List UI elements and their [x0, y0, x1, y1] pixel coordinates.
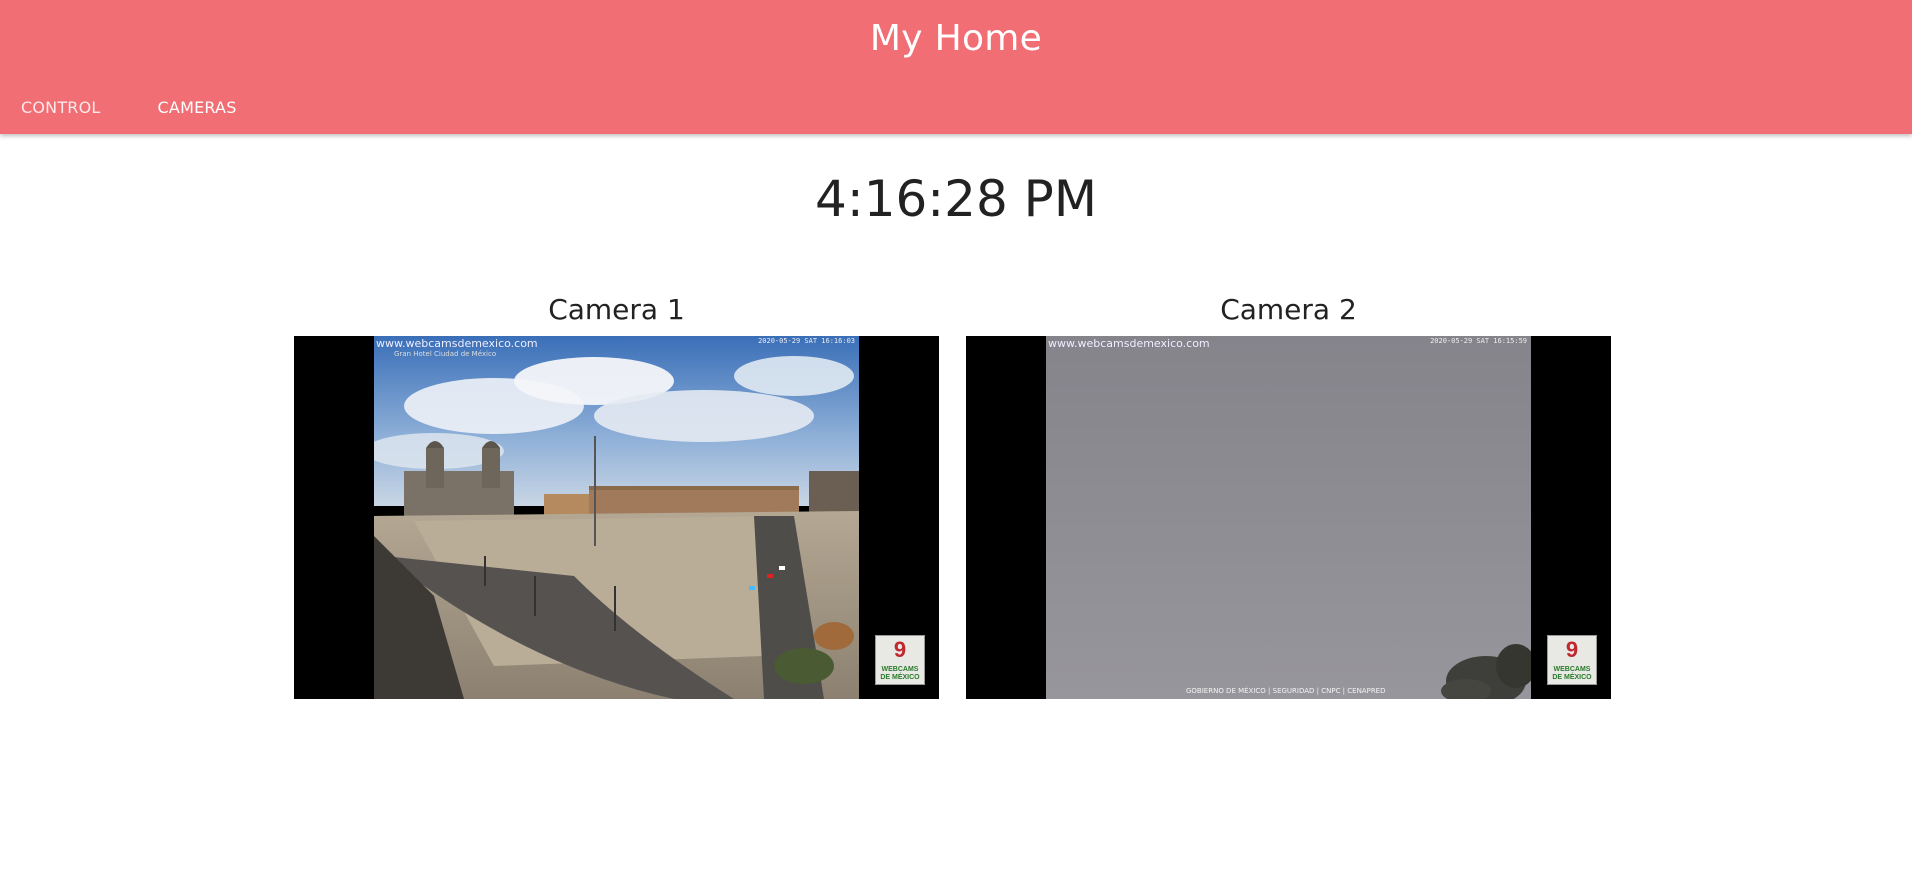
- overlay-timestamp: 2020-05-29 SAT 16:15:59: [1430, 337, 1527, 345]
- camera-title: Camera 2: [1220, 293, 1357, 326]
- logo-text: WEBCAMS DE MÉXICO: [880, 666, 920, 681]
- camera-image: www.webcamsdemexico.com 2020-05-29 SAT 1…: [1046, 336, 1531, 699]
- overlay-timestamp: 2020-05-29 SAT 16:16:03: [758, 337, 855, 345]
- camera-feed[interactable]: www.webcamsdemexico.com Gran Hotel Ciuda…: [294, 336, 939, 699]
- camera-panel-2: Camera 2 www.webcamsdemexico.com 2020-05…: [966, 290, 1611, 699]
- camera-panel-1: Camera 1 www.webcamsdemexico.com Gran Ho…: [294, 290, 939, 699]
- government-logos-strip: GOBIERNO DE MÉXICO | SEGURIDAD | CNPC | …: [1186, 687, 1386, 695]
- zocalo-scene-image: [374, 336, 859, 699]
- tab-cameras[interactable]: CAMERAS: [137, 90, 258, 126]
- app-title: My Home: [869, 18, 1043, 59]
- overlay-url: www.webcamsdemexico.com: [1048, 337, 1210, 350]
- overlay-url: www.webcamsdemexico.com: [376, 337, 538, 350]
- tab-control[interactable]: CONTROL: [0, 90, 122, 126]
- tab-bar: CONTROL CAMERAS: [0, 90, 258, 126]
- clock-display: 4:16:28 PM: [815, 170, 1097, 228]
- camera-image: www.webcamsdemexico.com Gran Hotel Ciuda…: [374, 336, 859, 699]
- logo-number: 9: [893, 637, 907, 662]
- logo-number: 9: [1565, 637, 1579, 662]
- overlay-subtitle: Gran Hotel Ciudad de México: [394, 350, 497, 358]
- camera-title: Camera 1: [548, 293, 685, 326]
- foggy-scene-image: [1046, 336, 1531, 699]
- logo-text: WEBCAMS DE MÉXICO: [1552, 666, 1592, 681]
- webcams-logo: 9 WEBCAMS DE MÉXICO: [1547, 635, 1597, 685]
- camera-feed[interactable]: www.webcamsdemexico.com 2020-05-29 SAT 1…: [966, 336, 1611, 699]
- webcams-logo: 9 WEBCAMS DE MÉXICO: [875, 635, 925, 685]
- app-header: My Home CONTROL CAMERAS: [0, 0, 1912, 134]
